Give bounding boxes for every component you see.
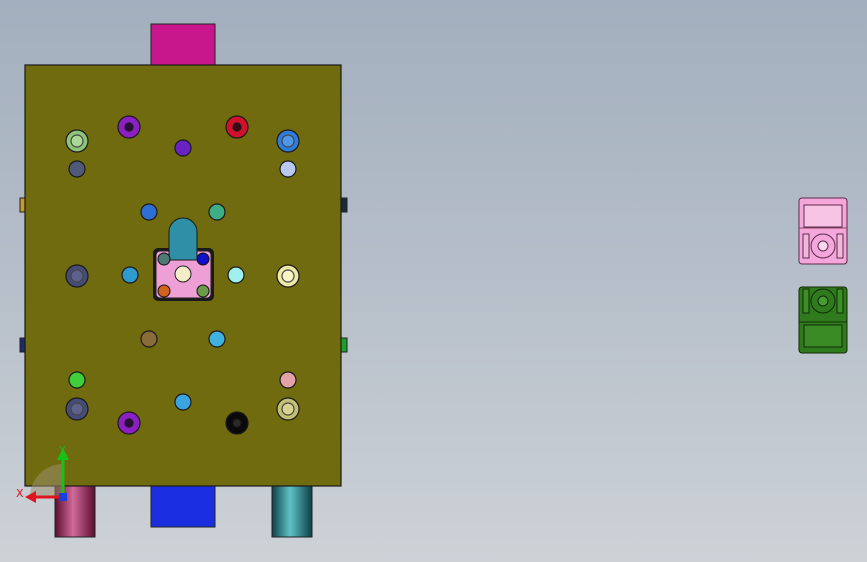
triad-x-label: X bbox=[16, 487, 24, 500]
counterbore-hole[interactable] bbox=[65, 129, 89, 153]
small-hole[interactable] bbox=[68, 371, 86, 389]
counterbore-hole[interactable] bbox=[65, 264, 89, 288]
insert-screw-hole[interactable] bbox=[196, 252, 210, 266]
small-hole[interactable] bbox=[68, 160, 86, 178]
small-hole[interactable] bbox=[121, 266, 139, 284]
ejector-pin-hole[interactable] bbox=[174, 265, 192, 283]
z-axis-marker bbox=[59, 493, 67, 501]
small-hole[interactable] bbox=[208, 330, 226, 348]
small-hole[interactable] bbox=[174, 139, 192, 157]
side-tab-right-upper bbox=[340, 197, 348, 213]
counterbore-hole[interactable] bbox=[276, 129, 300, 153]
counterbore-hole[interactable] bbox=[276, 264, 300, 288]
side-tab-right-lower bbox=[340, 337, 348, 353]
small-hole[interactable] bbox=[279, 371, 297, 389]
cad-graphics-viewport[interactable]: Y X bbox=[0, 0, 867, 562]
bottom-locating-block[interactable] bbox=[150, 484, 216, 528]
insert-screw-hole[interactable] bbox=[157, 252, 171, 266]
slider-part-lower[interactable] bbox=[798, 286, 848, 354]
insert-screw-hole[interactable] bbox=[157, 284, 171, 298]
slider-part-upper[interactable] bbox=[798, 197, 848, 265]
insert-screw-hole[interactable] bbox=[196, 284, 210, 298]
top-locating-block[interactable] bbox=[150, 23, 216, 67]
small-hole[interactable] bbox=[208, 203, 226, 221]
counterbore-hole[interactable] bbox=[65, 397, 89, 421]
small-hole[interactable] bbox=[140, 203, 158, 221]
triad-y-label: Y bbox=[58, 444, 66, 457]
small-hole[interactable] bbox=[174, 393, 192, 411]
screw-hole[interactable] bbox=[225, 411, 249, 435]
small-hole[interactable] bbox=[227, 266, 245, 284]
counterbore-hole[interactable] bbox=[276, 397, 300, 421]
small-hole[interactable] bbox=[279, 160, 297, 178]
screw-hole[interactable] bbox=[117, 115, 141, 139]
guide-pin-right[interactable] bbox=[271, 484, 313, 538]
screw-hole[interactable] bbox=[225, 115, 249, 139]
small-hole[interactable] bbox=[140, 330, 158, 348]
screw-hole[interactable] bbox=[117, 411, 141, 435]
